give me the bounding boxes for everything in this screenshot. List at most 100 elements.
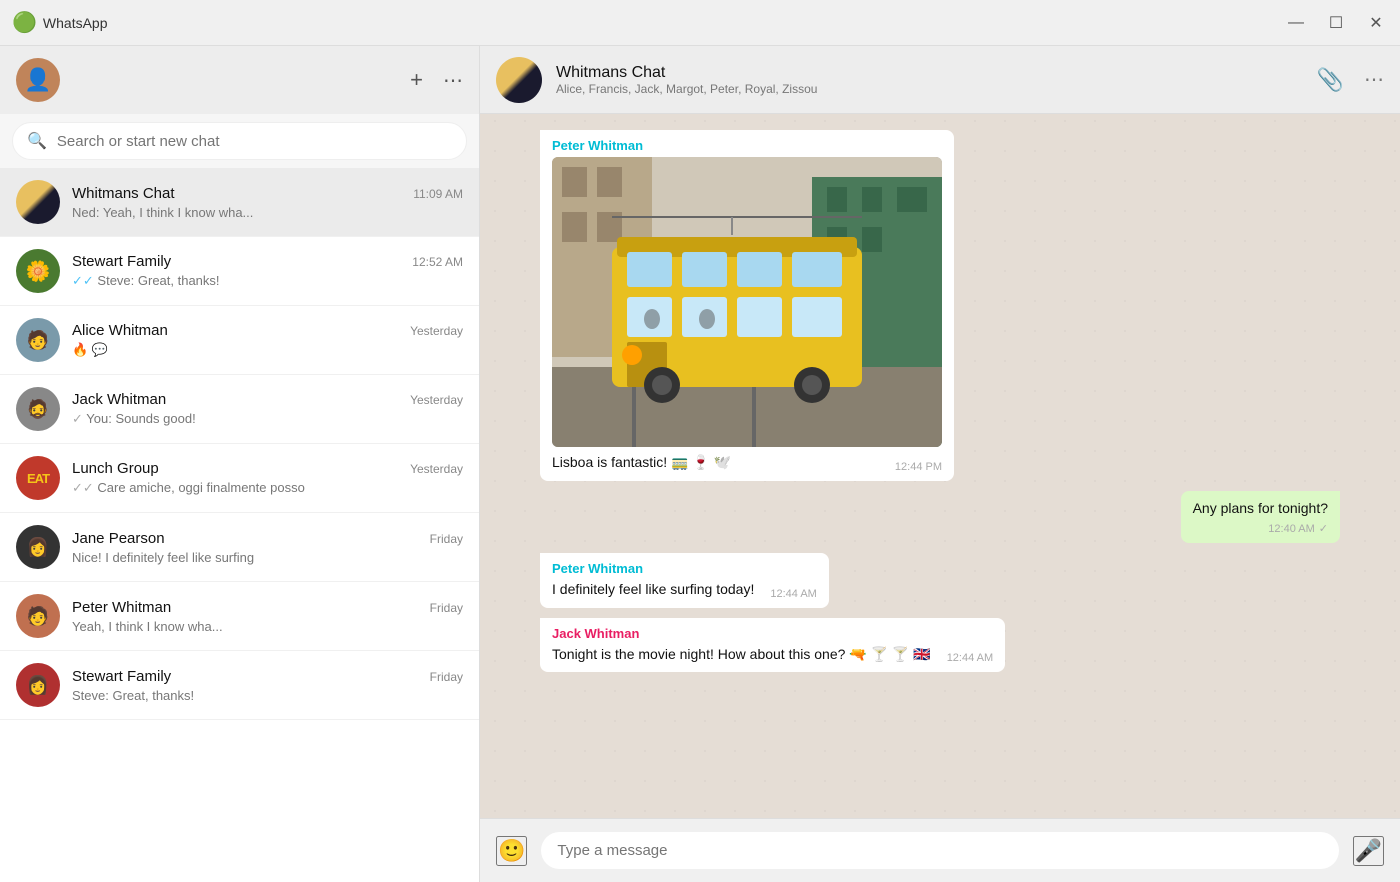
msg-time-2: 12:40 AM [1268, 523, 1314, 535]
msg-meta-2: 12:40 AM ✓ [1193, 522, 1328, 535]
chat-info-jack: Jack Whitman Yesterday ✓ You: Sounds goo… [72, 391, 463, 427]
avatar-whitmans [16, 180, 60, 224]
msg-time-3: 12:44 AM [770, 588, 816, 600]
chat-name-row: Jack Whitman Yesterday [72, 391, 463, 408]
tram-svg [552, 157, 942, 447]
chat-preview: Yeah, I think I know wha... [72, 619, 463, 634]
app-body: 👤 + ⋯ 🔍 Whitmans Chat 11:09 AM [0, 46, 1400, 882]
chat-item-stewart2[interactable]: 👩 Stewart Family Friday Steve: Great, th… [0, 651, 479, 720]
chat-name: Lunch Group [72, 460, 159, 477]
chat-time: Yesterday [410, 462, 463, 476]
messages-area: Peter Whitman [480, 114, 1400, 818]
chat-time: Friday [430, 670, 463, 684]
chat-name-row: Stewart Family Friday [72, 668, 463, 685]
msg-tick-2: ✓ [1319, 522, 1328, 535]
msg-text-3: I definitely feel like surfing today! [552, 580, 754, 600]
avatar-alice: 🧑 [16, 318, 60, 362]
chat-more-button[interactable]: ⋯ [1364, 67, 1384, 93]
chat-name: Alice Whitman [72, 322, 168, 339]
chat-name: Jack Whitman [72, 391, 166, 408]
avatar-stewart2: 👩 [16, 663, 60, 707]
close-button[interactable]: ✕ [1364, 11, 1388, 35]
chat-info-stewart2: Stewart Family Friday Steve: Great, than… [72, 668, 463, 703]
message-input-bar: 🙂 🎤 [480, 818, 1400, 882]
chat-info-whitmans: Whitmans Chat 11:09 AM Ned: Yeah, I thin… [72, 185, 463, 220]
chat-name: Jane Pearson [72, 530, 165, 547]
chat-header: Whitmans Chat Alice, Francis, Jack, Marg… [480, 46, 1400, 114]
message-3: Peter Whitman I definitely feel like sur… [540, 553, 829, 608]
message-input-wrap [541, 832, 1338, 869]
chat-name-row: Whitmans Chat 11:09 AM [72, 185, 463, 202]
user-avatar[interactable]: 👤 [16, 58, 60, 102]
mic-button[interactable]: 🎤 [1353, 836, 1384, 866]
chat-time: 11:09 AM [413, 187, 463, 201]
chat-info-alice: Alice Whitman Yesterday 🔥 💬 [72, 322, 463, 358]
avatar-peter: 🧑 [16, 594, 60, 638]
chat-preview: ✓ You: Sounds good! [72, 411, 463, 427]
new-chat-button[interactable]: + [410, 67, 423, 93]
chat-item-lunch[interactable]: EAT Lunch Group Yesterday ✓✓ Care amiche… [0, 444, 479, 513]
more-options-button[interactable]: ⋯ [443, 67, 463, 93]
minimize-button[interactable]: — [1284, 11, 1308, 35]
message-4: Jack Whitman Tonight is the movie night!… [540, 618, 1005, 673]
chat-info-peter: Peter Whitman Friday Yeah, I think I kno… [72, 599, 463, 634]
chat-header-info: Whitmans Chat Alice, Francis, Jack, Marg… [556, 64, 1303, 96]
chat-item-jack[interactable]: 🧔 Jack Whitman Yesterday ✓ You: Sounds g… [0, 375, 479, 444]
msg-sender-peter-3: Peter Whitman [552, 561, 817, 576]
chat-preview: ✓✓ Care amiche, oggi finalmente posso [72, 480, 463, 496]
chat-panel: Whitmans Chat Alice, Francis, Jack, Marg… [480, 46, 1400, 882]
avatar-jack: 🧔 [16, 387, 60, 431]
chat-info-jane: Jane Pearson Friday Nice! I definitely f… [72, 530, 463, 565]
chat-item-stewart[interactable]: 🌼 Stewart Family 12:52 AM ✓✓ Steve: Grea… [0, 237, 479, 306]
msg-text-2: Any plans for tonight? [1193, 500, 1328, 516]
chat-item-whitmans[interactable]: Whitmans Chat 11:09 AM Ned: Yeah, I thin… [0, 168, 479, 237]
app-title: WhatsApp [43, 15, 1284, 31]
sidebar-header: 👤 + ⋯ [0, 46, 479, 114]
search-icon: 🔍 [27, 131, 47, 151]
chat-name: Stewart Family [72, 253, 171, 270]
message-input[interactable] [557, 842, 1322, 859]
sidebar: 👤 + ⋯ 🔍 Whitmans Chat 11:09 AM [0, 46, 480, 882]
chat-name-row: Jane Pearson Friday [72, 530, 463, 547]
chat-item-peter[interactable]: 🧑 Peter Whitman Friday Yeah, I think I k… [0, 582, 479, 651]
chat-info-lunch: Lunch Group Yesterday ✓✓ Care amiche, og… [72, 460, 463, 496]
chat-header-actions: 📎 ⋯ [1317, 67, 1384, 93]
avatar-lunch: EAT [16, 456, 60, 500]
chat-preview: Steve: Great, thanks! [72, 688, 463, 703]
chat-list: Whitmans Chat 11:09 AM Ned: Yeah, I thin… [0, 168, 479, 882]
titlebar: 🟢 WhatsApp — ☐ ✕ [0, 0, 1400, 46]
chat-time: Friday [430, 601, 463, 615]
message-2: Any plans for tonight? 12:40 AM ✓ [1181, 491, 1340, 544]
chat-name: Peter Whitman [72, 599, 171, 616]
chat-item-alice[interactable]: 🧑 Alice Whitman Yesterday 🔥 💬 [0, 306, 479, 375]
chat-time: Yesterday [410, 393, 463, 407]
chat-preview: 🔥 💬 [72, 342, 463, 358]
sidebar-header-actions: + ⋯ [410, 67, 463, 93]
chat-name-row: Stewart Family 12:52 AM [72, 253, 463, 270]
chat-avatar [496, 57, 542, 103]
msg-text-1: Lisboa is fantastic! 🚃 🍷 🕊️ [552, 453, 731, 473]
attach-button[interactable]: 📎 [1317, 67, 1344, 93]
chat-name: Whitmans Chat [72, 185, 175, 202]
app-icon: 🟢 [12, 10, 37, 35]
chat-preview: Ned: Yeah, I think I know wha... [72, 205, 463, 220]
chat-preview: Nice! I definitely feel like surfing [72, 550, 463, 565]
msg-text-4: Tonight is the movie night! How about th… [552, 645, 931, 665]
maximize-button[interactable]: ☐ [1324, 11, 1348, 35]
search-input[interactable] [57, 133, 452, 150]
chat-name-row: Peter Whitman Friday [72, 599, 463, 616]
chat-name-row: Lunch Group Yesterday [72, 460, 463, 477]
avatar-jane: 👩 [16, 525, 60, 569]
chat-item-jane[interactable]: 👩 Jane Pearson Friday Nice! I definitely… [0, 513, 479, 582]
chat-header-name: Whitmans Chat [556, 64, 1303, 82]
avatar-stewart: 🌼 [16, 249, 60, 293]
msg-time-1: 12:44 PM [895, 461, 942, 473]
search-bar: 🔍 [0, 114, 479, 168]
msg-image-tram [552, 157, 942, 447]
chat-time: Friday [430, 532, 463, 546]
chat-name: Stewart Family [72, 668, 171, 685]
chat-info-stewart: Stewart Family 12:52 AM ✓✓ Steve: Great,… [72, 253, 463, 289]
emoji-button[interactable]: 🙂 [496, 836, 527, 866]
window-controls: — ☐ ✕ [1284, 11, 1388, 35]
chat-name-row: Alice Whitman Yesterday [72, 322, 463, 339]
